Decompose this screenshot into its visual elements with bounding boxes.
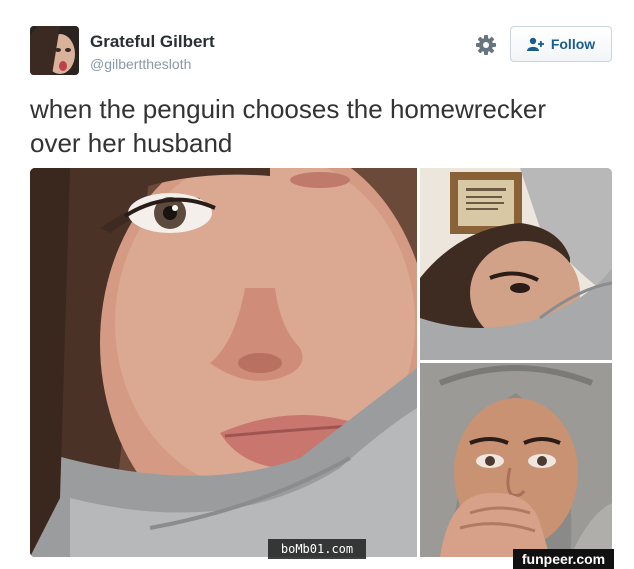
tweet-text-line-2: over her husband bbox=[30, 128, 233, 158]
tweet-text-line-1: when the penguin chooses the homewrecker bbox=[30, 94, 546, 124]
follow-button[interactable]: Follow bbox=[510, 26, 612, 62]
add-user-icon bbox=[526, 37, 545, 51]
gear-icon[interactable] bbox=[475, 34, 497, 56]
watermark-funpeer: funpeer.com bbox=[513, 549, 614, 569]
photo-towel-crying[interactable] bbox=[420, 363, 612, 557]
avatar[interactable] bbox=[30, 26, 79, 75]
photo-lying-in-bed[interactable] bbox=[420, 168, 612, 360]
display-name[interactable]: Grateful Gilbert bbox=[90, 32, 215, 52]
media-grid bbox=[30, 168, 612, 557]
user-handle[interactable]: @gilbertthesloth bbox=[90, 56, 191, 72]
tweet-text: when the penguin chooses the homewrecker… bbox=[30, 92, 610, 160]
photo-crying-closeup[interactable] bbox=[30, 168, 417, 557]
follow-label: Follow bbox=[550, 36, 596, 52]
watermark-bomb: boMb01.com bbox=[268, 539, 366, 559]
